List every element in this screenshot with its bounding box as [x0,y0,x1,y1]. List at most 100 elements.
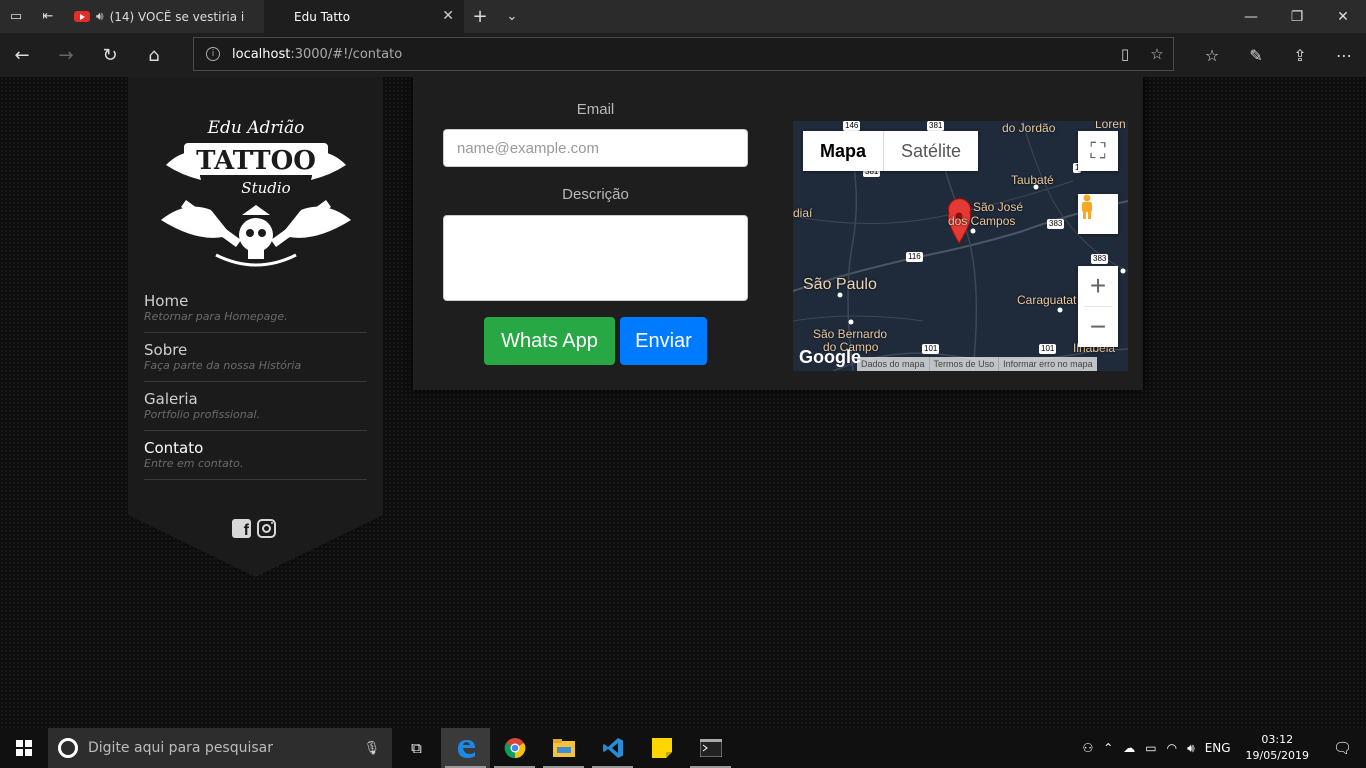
sidebar-item-subtitle: Retornar para Homepage. [144,310,288,323]
chevron-down-icon[interactable]: ⌄ [496,0,528,33]
set-aside-tabs-icon[interactable]: ⇤ [32,0,64,33]
email-label: Email [576,101,615,118]
road-shield: 383 [1091,254,1109,264]
map-label: São Paulo [803,276,877,293]
action-center-icon[interactable]: 🗨︎ [1319,739,1366,757]
sidebar-item-title: Home [144,292,189,310]
pegman-icon[interactable] [1078,194,1118,234]
map-type-satellite-button[interactable]: Satélite [883,131,978,171]
sidebar-item-contato[interactable]: Contato Entre em contato. [144,439,367,480]
sidebar-item-title: Galeria [144,390,198,408]
close-icon[interactable]: ✕ [442,8,454,24]
send-button[interactable]: Enviar [620,317,707,365]
volume-icon[interactable]: 🔊︎ [1182,741,1200,756]
description-textarea[interactable] [443,215,748,301]
start-button[interactable] [0,728,48,768]
road-shield: 146 [843,121,861,131]
sidebar-menu: Home Retornar para Homepage. Sobre Faça … [144,292,367,488]
zoom-control: + − [1078,266,1118,347]
google-map[interactable]: São Paulo São José dos Campos Taubaté Ca… [793,121,1128,371]
windows-taskbar: Digite aqui para pesquisar 🎙︎ ⧉ ⚇ ⌃ ☁ ▭ … [0,728,1366,768]
tab-label: Edu Tatto [294,9,351,24]
logo-top-text: Edu Adrião [207,118,305,138]
taskbar-search[interactable]: Digite aqui para pesquisar 🎙︎ [48,728,392,768]
sticky-notes-icon[interactable] [637,728,686,768]
sidebar-item-sobre[interactable]: Sobre Faça parte da nossa História [144,341,367,382]
minimize-icon[interactable]: — [1228,0,1274,33]
speaker-icon[interactable]: 🔊︎ [96,9,104,24]
people-icon[interactable]: ⚇ [1077,741,1098,755]
favorites-icon[interactable]: ☆ [1190,33,1234,77]
chrome-icon[interactable] [490,728,539,768]
terms-link[interactable]: Termos de Uso [930,357,1000,371]
sidebar-item-subtitle: Faça parte da nossa História [144,359,302,372]
social-links [232,519,276,540]
share-icon[interactable]: ⇪ [1278,33,1322,77]
zoom-in-button[interactable]: + [1078,266,1118,306]
cortana-icon [58,738,78,758]
tab-youtube[interactable]: 🔊︎ (14) VOCÊ se vestiria ig [64,0,264,33]
favorite-star-icon[interactable]: ☆ [1141,45,1173,63]
forward-icon[interactable]: → [44,33,88,77]
contact-panel: Email name@example.com Descrição Whats A… [413,77,1143,390]
email-field[interactable]: name@example.com [443,129,748,167]
tab-edu-tatto[interactable]: Edu Tatto ✕ [264,0,464,33]
battery-icon[interactable]: ▭ [1140,741,1161,755]
windows-icon [16,740,32,756]
sidebar-item-title: Contato [144,439,204,457]
road-shield: 101 [922,344,940,354]
sidebar-item-galeria[interactable]: Galeria Portfolio profissional. [144,390,367,431]
onedrive-icon[interactable]: ☁ [1118,741,1140,755]
report-error-link[interactable]: Informar erro no mapa [999,357,1097,371]
system-tray: ⚇ ⌃ ☁ ▭ ◠ 🔊︎ ENG 03:12 19/05/2019 🗨︎ [1077,728,1366,768]
terminal-icon[interactable] [686,728,735,768]
fullscreen-icon[interactable]: ⛶ [1078,131,1118,171]
info-icon[interactable]: i [206,47,220,61]
map-type-map-button[interactable]: Mapa [803,131,883,171]
facebook-icon[interactable] [232,519,251,540]
logo-script-text: Studio [241,179,290,197]
map-label: Taubaté [1011,173,1054,187]
instagram-icon[interactable] [257,519,276,538]
reading-view-icon[interactable]: ▯ [1109,45,1141,63]
whatsapp-button[interactable]: Whats App [484,317,615,365]
chevron-up-icon[interactable]: ⌃ [1098,741,1118,755]
more-icon[interactable]: ⋯ [1322,33,1366,77]
back-icon[interactable]: ← [0,33,44,77]
map-data-link[interactable]: Dados do mapa [857,357,930,371]
tab-label: (14) VOCÊ se vestiria ig [109,9,245,24]
new-tab-icon[interactable]: + [464,0,496,33]
url-host: localhost [232,46,291,62]
sidebar-item-home[interactable]: Home Retornar para Homepage. [144,292,367,333]
edge-icon[interactable] [441,728,490,768]
pen-icon[interactable]: ✎ [1234,33,1278,77]
map-label: Loren [1095,121,1126,131]
sidebar-item-subtitle: Entre em contato. [144,457,244,470]
window-close-icon[interactable]: ✕ [1320,0,1366,33]
road-shield: 383 [1047,219,1065,229]
logo-main-text: TATTOO [196,146,316,176]
wifi-icon[interactable]: ◠ [1162,741,1182,755]
refresh-icon[interactable]: ↻ [88,33,132,77]
url-path: :3000/#!/contato [290,46,403,62]
tab-manager-icon[interactable]: ▭ [0,0,32,33]
home-icon[interactable]: ⌂ [132,33,176,77]
restore-icon[interactable]: ❐ [1274,0,1320,33]
language-indicator[interactable]: ENG [1200,741,1236,755]
map-label: Caraguatat [1017,293,1077,307]
search-placeholder: Digite aqui para pesquisar [88,740,274,756]
google-logo: Google [799,347,861,367]
clock[interactable]: 03:12 19/05/2019 [1236,732,1319,764]
address-bar[interactable]: i localhost:3000/#!/contato ▯ ☆ [193,37,1174,71]
task-view-icon[interactable]: ⧉ [392,728,441,768]
zoom-out-button[interactable]: − [1078,307,1118,347]
file-explorer-icon[interactable] [539,728,588,768]
time: 03:12 [1261,733,1294,746]
microphone-icon[interactable]: 🎙︎ [363,741,380,756]
sidebar-item-subtitle: Portfolio profissional. [144,408,260,421]
map-label: diaí [793,206,813,220]
tattoo-studio-logo: TATTOO Edu Adrião Studio [161,118,351,267]
vscode-icon[interactable] [588,728,637,768]
browser-tab-bar: ▭ ⇤ 🔊︎ (14) VOCÊ se vestiria ig Edu Tatt… [0,0,1366,33]
map-type-control: Mapa Satélite [803,131,979,171]
